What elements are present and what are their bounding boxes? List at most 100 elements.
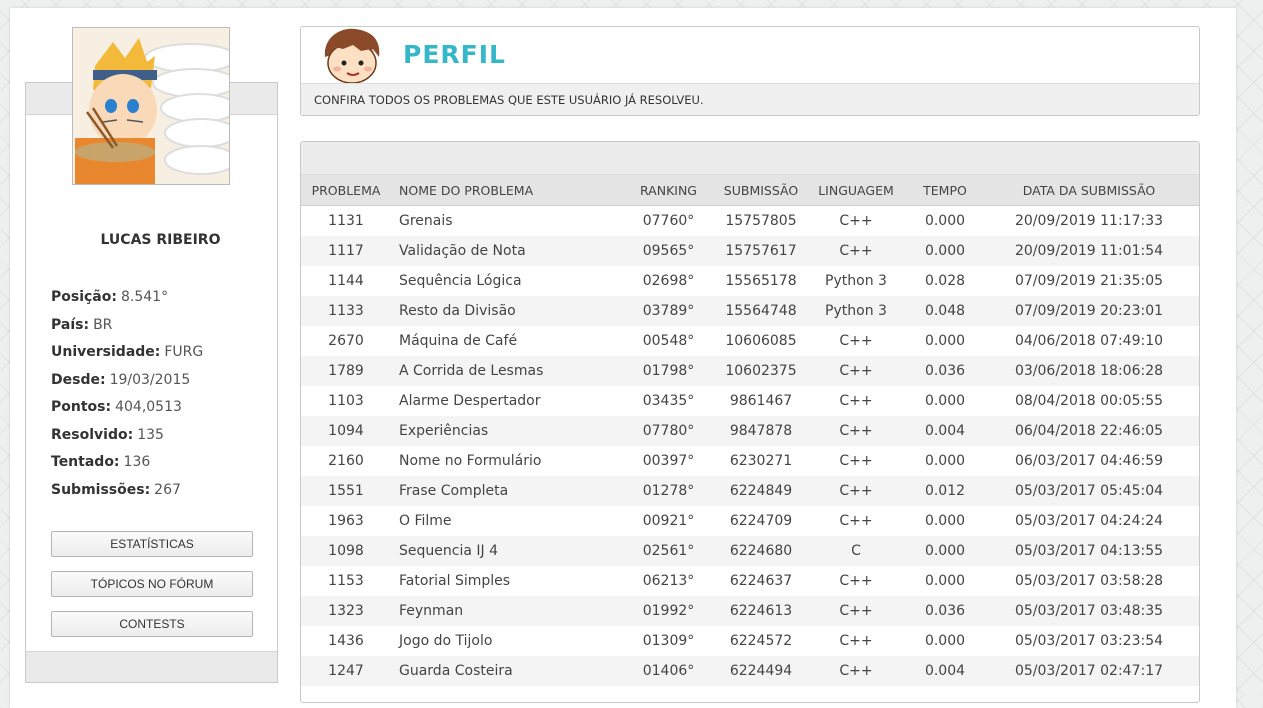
cell-ranking: 01406° (616, 656, 721, 686)
cell-submission-id[interactable]: 15564748 (721, 296, 801, 326)
cell-time: 0.048 (911, 296, 979, 326)
cell-language: C++ (801, 656, 911, 686)
page-title: PERFIL (403, 40, 506, 69)
col-header-problem-name[interactable]: NOME DO PROBLEMA (391, 175, 616, 206)
cell-ranking: 02561° (616, 536, 721, 566)
cell-problem-id[interactable]: 1117 (301, 236, 391, 266)
table-row[interactable]: 1963 O Filme 00921° 6224709 C++ 0.000 05/03/20… (301, 506, 1199, 536)
cell-submission-id[interactable]: 6224849 (721, 476, 801, 506)
cell-problem-id[interactable]: 1247 (301, 656, 391, 686)
cell-problem-name[interactable]: Guarda Costeira (391, 656, 616, 686)
cell-problem-id[interactable]: 1144 (301, 266, 391, 296)
cell-time: 0.000 (911, 536, 979, 566)
table-row[interactable]: 1789 A Corrida de Lesmas 01798° 10602375 C++… (301, 356, 1199, 386)
cell-problem-name[interactable]: Grenais (391, 206, 616, 237)
cell-problem-name[interactable]: O Filme (391, 506, 616, 536)
cell-problem-name[interactable]: Feynman (391, 596, 616, 626)
stat-label: Tentado: (51, 454, 120, 470)
cell-submission-id[interactable]: 6224572 (721, 626, 801, 656)
cell-problem-name[interactable]: A Corrida de Lesmas (391, 356, 616, 386)
cell-submission-id[interactable]: 9847878 (721, 416, 801, 446)
stat-label: Desde: (51, 371, 106, 388)
cell-problem-name[interactable]: Sequencia IJ 4 (391, 536, 616, 566)
cell-submission-id[interactable]: 6230271 (721, 446, 801, 476)
table-row[interactable]: 2160 Nome no Formulário 00397° 6230271 C++ 0.… (301, 446, 1199, 476)
table-row[interactable]: 1098 Sequencia IJ 4 02561° 6224680 C 0.000 05/… (301, 536, 1199, 566)
profile-card-bottom-bar (26, 651, 277, 682)
table-row[interactable]: 1323 Feynman 01992° 6224613 C++ 0.036 05/03/20… (301, 596, 1199, 626)
cell-problem-id[interactable]: 1094 (301, 416, 391, 446)
cell-submission-id[interactable]: 15757805 (721, 206, 801, 237)
table-row[interactable]: 1247 Guarda Costeira 01406° 6224494 C++ 0.004… (301, 656, 1199, 686)
cell-submission-id[interactable]: 10606085 (721, 326, 801, 356)
cell-language: C++ (839, 213, 873, 229)
table-row[interactable]: 1131 Grenais 07760° 15757805 C++ 0.000 20/09/2… (301, 206, 1199, 237)
cell-submission-id[interactable]: 15565178 (721, 266, 801, 296)
table-row[interactable]: 1144 Sequência Lógica 02698° 15565178 Python… (301, 266, 1199, 296)
cell-submission-id[interactable]: 6224494 (721, 656, 801, 686)
cell-problem-id[interactable]: 1789 (301, 356, 391, 386)
cell-problem-name[interactable]: Sequência Lógica (391, 266, 616, 296)
col-header-ranking[interactable]: RANKING (616, 175, 721, 206)
table-row[interactable]: 1094 Experiências 07780° 9847878 C++ 0.004 06/… (301, 416, 1199, 446)
statistics-button[interactable]: ESTATÍSTICAS (51, 531, 253, 557)
cell-language: C++ (839, 513, 873, 529)
cell-submission-date: 04/06/2018 07:49:10 (1014, 333, 1164, 349)
cell-submission-id[interactable]: 10602375 (721, 356, 801, 386)
cell-problem-id[interactable]: 1131 (301, 206, 391, 237)
contests-button[interactable]: CONTESTS (51, 611, 253, 637)
cell-problem-name[interactable]: Alarme Despertador (391, 386, 616, 416)
table-row[interactable]: 1133 Resto da Divisão 03789° 15564748 Python… (301, 296, 1199, 326)
cell-problem-name[interactable]: Frase Completa (391, 476, 616, 506)
cell-ranking: 01992° (616, 596, 721, 626)
cell-time: 0.036 (911, 596, 979, 626)
cell-problem-id[interactable]: 1133 (301, 296, 391, 326)
table-row[interactable]: 1551 Frase Completa 01278° 6224849 C++ 0.012 0… (301, 476, 1199, 506)
cell-problem-name[interactable]: Nome no Formulário (391, 446, 616, 476)
col-header-submission-date[interactable]: DATA DA SUBMISSÃO (979, 175, 1199, 206)
cell-submission-id[interactable]: 15757617 (721, 236, 801, 266)
cell-problem-id[interactable]: 1963 (301, 506, 391, 536)
cell-submission-id[interactable]: 6224637 (721, 566, 801, 596)
cell-problem-name[interactable]: Fatorial Simples (391, 566, 616, 596)
col-header-problem[interactable]: PROBLEMA (301, 175, 391, 206)
cell-problem-name[interactable]: Resto da Divisão (391, 296, 616, 326)
table-row[interactable]: 1117 Validação de Nota 09565° 15757617 C++ 0.… (301, 236, 1199, 266)
col-header-language[interactable]: LINGUAGEM (801, 175, 911, 206)
cell-problem-id[interactable]: 2670 (301, 326, 391, 356)
cell-submission-id[interactable]: 9861467 (721, 386, 801, 416)
profile-boy-icon (324, 28, 380, 83)
cell-problem-id[interactable]: 1551 (301, 476, 391, 506)
cell-problem-name[interactable]: Máquina de Café (391, 326, 616, 356)
avatar[interactable] (72, 27, 230, 185)
cell-language: C++ (839, 573, 873, 589)
cell-problem-name[interactable]: Validação de Nota (391, 236, 616, 266)
cell-submission-id[interactable]: 6224680 (721, 536, 801, 566)
cell-problem-id[interactable]: 1323 (301, 596, 391, 626)
cell-problem-id[interactable]: 1436 (301, 626, 391, 656)
table-row[interactable]: 1153 Fatorial Simples 06213° 6224637 C++ 0.00… (301, 566, 1199, 596)
stat-label: País: (51, 316, 90, 333)
table-row[interactable]: 1436 Jogo do Tijolo 01309° 6224572 C++ 0.000 0… (301, 626, 1199, 656)
cell-problem-id[interactable]: 1103 (301, 386, 391, 416)
cell-submission-id[interactable]: 6224709 (721, 506, 801, 536)
cell-ranking: 07780° (616, 416, 721, 446)
cell-time: 0.028 (924, 273, 966, 289)
cell-submission-id[interactable]: 6224613 (721, 596, 801, 626)
cell-ranking: 01309° (642, 633, 695, 649)
cell-submission-date: 06/04/2018 22:46:05 (979, 416, 1199, 446)
cell-problem-id[interactable]: 1098 (301, 536, 391, 566)
cell-time: 0.004 (911, 416, 979, 446)
col-header-time[interactable]: TEMPO (911, 175, 979, 206)
cell-problem-id[interactable]: 2160 (301, 446, 391, 476)
stat-value: FURG (164, 344, 204, 360)
col-header-submission[interactable]: SUBMISSÃO (721, 175, 801, 206)
cell-problem-name[interactable]: Experiências (391, 416, 616, 446)
cell-submission-date: 06/03/2017 04:46:59 (1014, 453, 1164, 469)
cell-problem-id[interactable]: 1153 (301, 566, 391, 596)
table-row[interactable]: 1103 Alarme Despertador 03435° 9861467 C++ 0.… (301, 386, 1199, 416)
cell-problem-name[interactable]: Jogo do Tijolo (391, 626, 616, 656)
table-row[interactable]: 2670 Máquina de Café 00548° 10606085 C++ 0.00… (301, 326, 1199, 356)
cell-submission-date: 07/09/2019 20:23:01 (979, 296, 1199, 326)
forum-topics-button[interactable]: TÓPICOS NO FÓRUM (51, 571, 253, 597)
